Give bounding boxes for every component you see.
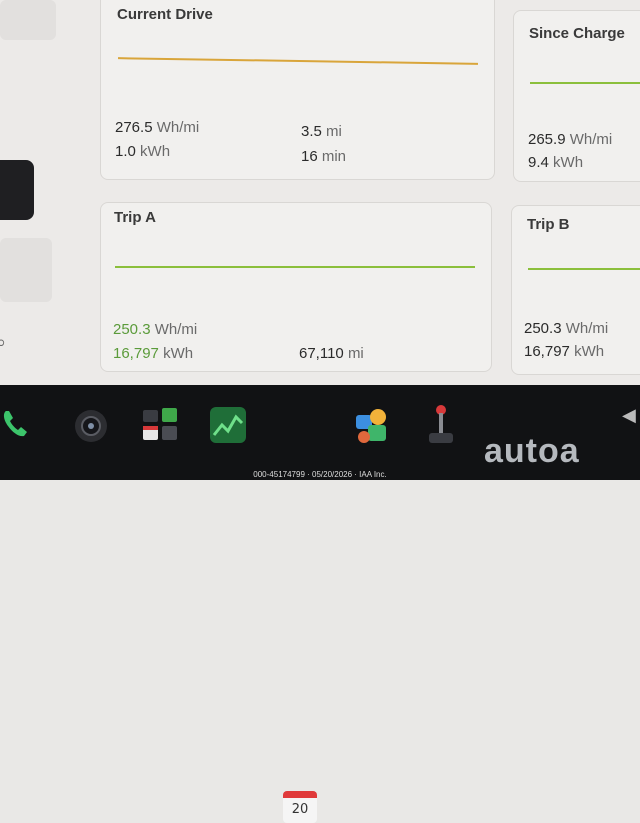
- avg-consumption: 276.5 Wh/mi: [115, 119, 199, 136]
- energy-icon[interactable]: [208, 405, 248, 445]
- footer-id: 000-45174799 · 05/20/2026 · IAA Inc.: [253, 470, 387, 479]
- card-trip-b[interactable]: Trip B 250.3 Wh/mi 16,797 kWh: [511, 205, 640, 375]
- avg-consumption-value: 250.3: [524, 320, 562, 337]
- avg-consumption-unit: Wh/mi: [154, 321, 198, 338]
- avg-consumption-value: 265.9: [528, 131, 566, 148]
- card-title: Current Drive: [117, 6, 213, 23]
- apps-icon[interactable]: [140, 405, 182, 445]
- distance-value: 3.5: [301, 123, 322, 140]
- drive-time-value: 16: [301, 148, 318, 165]
- avg-consumption: 250.3 Wh/mi: [524, 320, 608, 337]
- energy-used-unit: kWh: [140, 143, 171, 160]
- toybox-icon[interactable]: [352, 403, 392, 445]
- calendar-icon[interactable]: 20: [283, 791, 317, 823]
- search-icon[interactable]: ⌕: [0, 332, 6, 353]
- avg-consumption-unit: Wh/mi: [569, 131, 613, 148]
- card-trip-a[interactable]: Trip A 250.3 Wh/mi 16,797 kWh 67,110 mi: [100, 202, 492, 372]
- drive-time: 16 min: [301, 148, 346, 165]
- distance-value: 67,110: [299, 345, 344, 362]
- avg-consumption-unit: Wh/mi: [156, 119, 200, 136]
- energy-used: 1.0 kWh: [115, 143, 170, 160]
- volume-icon[interactable]: ◀: [622, 405, 636, 426]
- distance-unit: mi: [347, 345, 364, 362]
- energy-used-unit: kWh: [574, 343, 605, 360]
- card-current-drive[interactable]: Current Drive 276.5 Wh/mi 1.0 kWh 3.5 mi…: [100, 0, 495, 180]
- energy-used-value: 16,797: [113, 345, 159, 362]
- avg-consumption-unit: Wh/mi: [565, 320, 609, 337]
- card-title: Since Charge: [529, 25, 625, 42]
- energy-used-value: 9.4: [528, 154, 549, 171]
- card-title: Trip A: [114, 209, 156, 226]
- energy-screen: ⌕ Current Drive 276.5 Wh/mi 1.0 kWh 3.5 …: [0, 0, 640, 385]
- avg-consumption-value: 276.5: [115, 119, 153, 136]
- charge-graph-line: [530, 82, 640, 84]
- calendar-day: 20: [291, 802, 309, 817]
- energy-used: 9.4 kWh: [528, 154, 583, 171]
- watermark: autoa: [484, 432, 580, 470]
- camera-icon[interactable]: [72, 407, 110, 445]
- rail-panel[interactable]: [0, 238, 52, 302]
- energy-used-value: 1.0: [115, 143, 136, 160]
- energy-used-unit: kWh: [163, 345, 194, 362]
- joystick-icon[interactable]: [424, 403, 458, 447]
- avg-consumption: 250.3 Wh/mi: [113, 321, 197, 338]
- drive-graph-line: [118, 57, 478, 65]
- avg-consumption-value: 250.3: [113, 321, 151, 338]
- distance: 3.5 mi: [301, 123, 342, 140]
- distance-unit: mi: [326, 123, 342, 140]
- energy-used-unit: kWh: [553, 154, 584, 171]
- distance: 67,110 mi: [299, 345, 364, 362]
- rail-nav-button[interactable]: [0, 160, 34, 220]
- energy-used: 16,797 kWh: [524, 343, 604, 360]
- card-since-charge[interactable]: Since Charge 265.9 Wh/mi 9.4 kWh: [513, 10, 640, 182]
- trip-b-graph-line: [528, 268, 640, 270]
- rail-top-panel[interactable]: [0, 0, 56, 40]
- avg-consumption: 265.9 Wh/mi: [528, 131, 612, 148]
- energy-used-value: 16,797: [524, 343, 570, 360]
- energy-used: 16,797 kWh: [113, 345, 193, 362]
- trip-a-graph-line: [115, 266, 475, 268]
- drive-time-unit: min: [321, 148, 347, 165]
- card-title: Trip B: [527, 216, 570, 233]
- left-rail: ⌕: [0, 0, 56, 385]
- phone-icon[interactable]: [0, 407, 34, 441]
